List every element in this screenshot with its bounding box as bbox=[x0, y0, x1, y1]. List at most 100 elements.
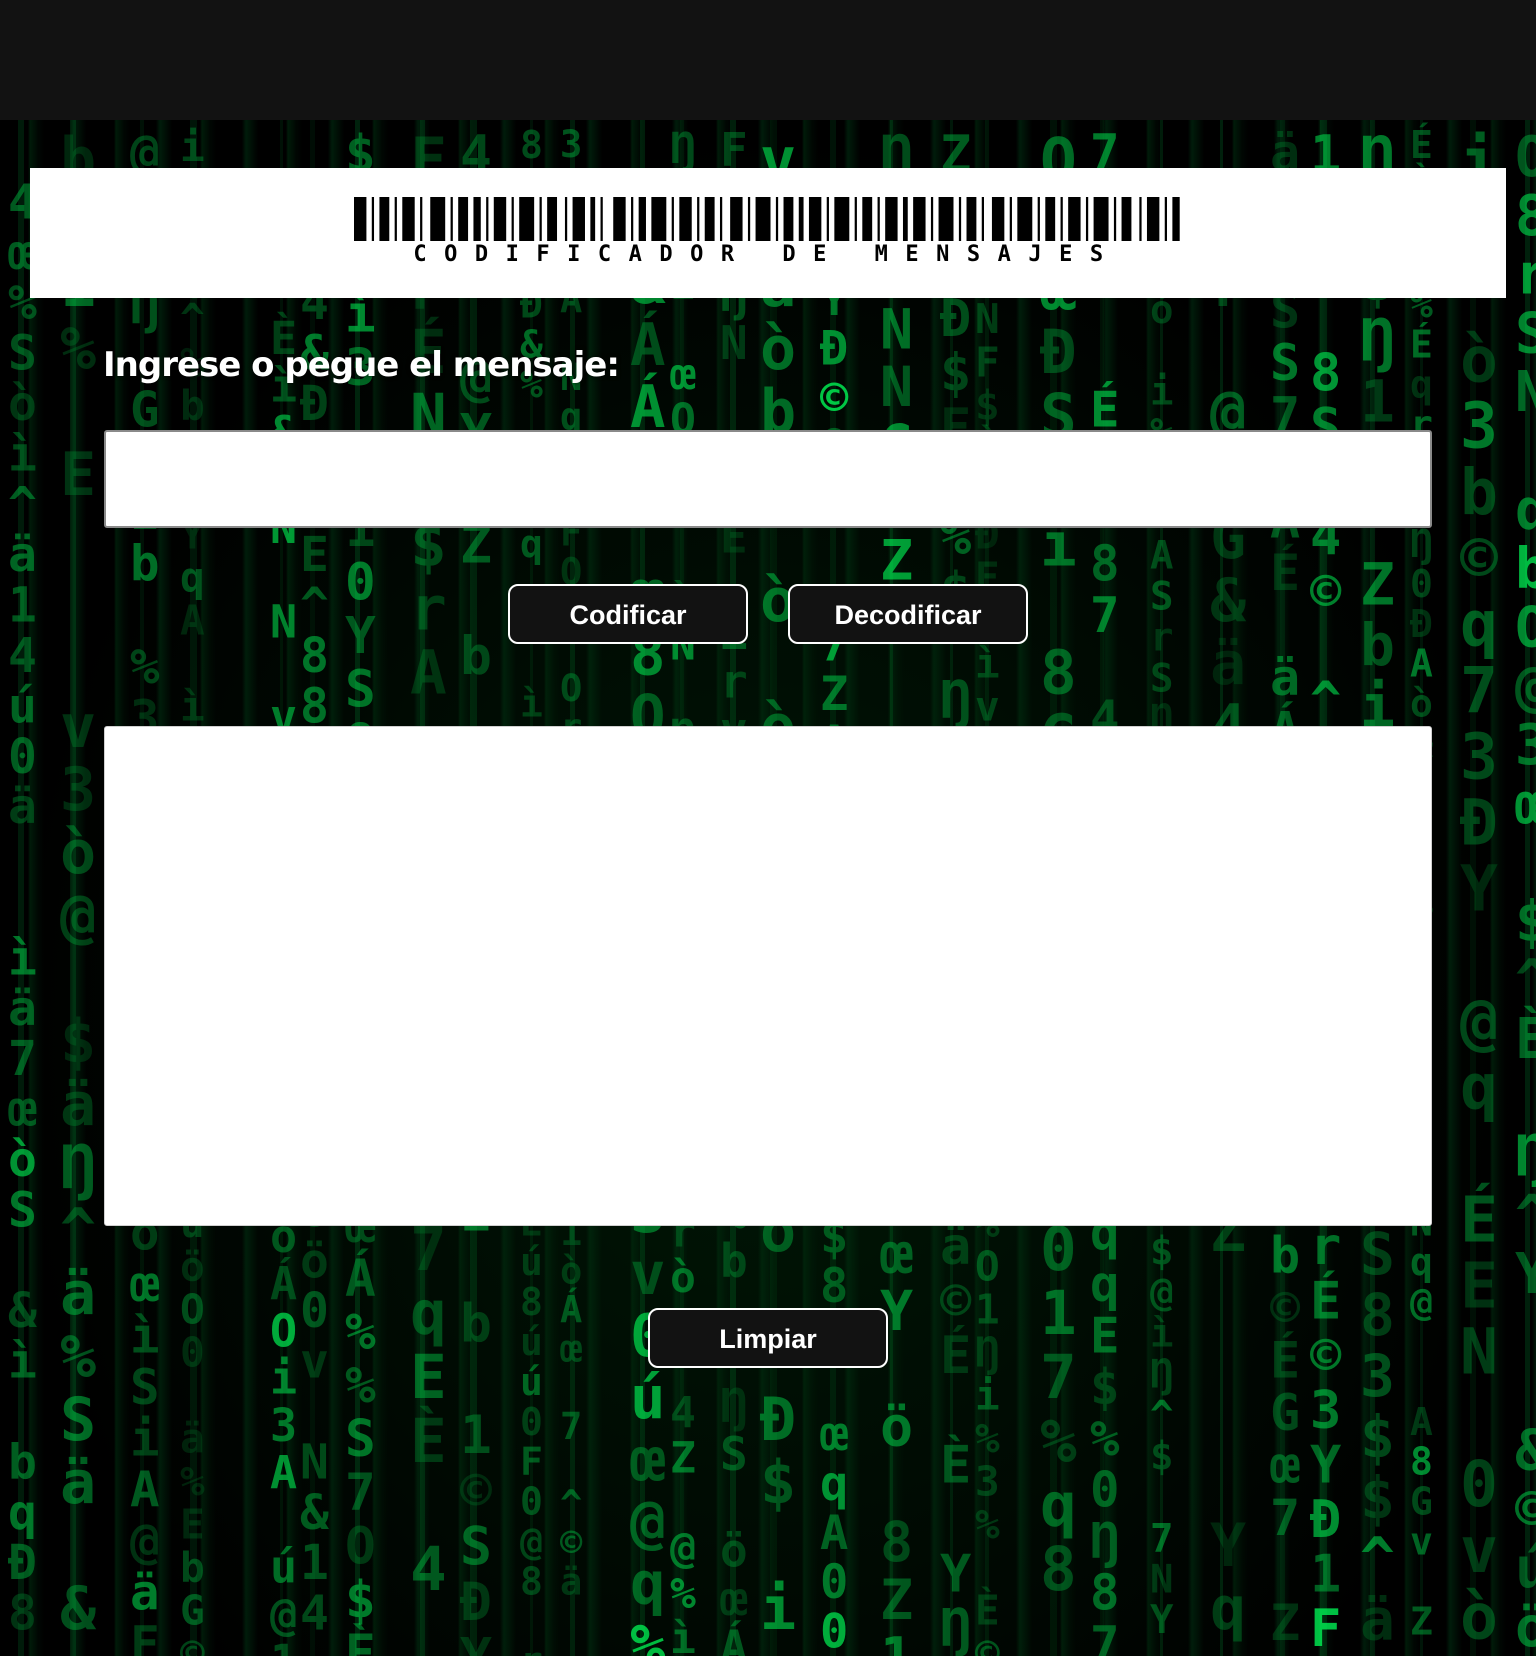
svg-text:r: r bbox=[720, 654, 748, 708]
svg-text:Z: Z bbox=[1410, 1599, 1433, 1643]
svg-text:Ŋ: Ŋ bbox=[1150, 1353, 1173, 1398]
svg-text:q: q bbox=[1410, 362, 1433, 406]
svg-text:S: S bbox=[1270, 334, 1300, 392]
svg-text:3: 3 bbox=[270, 1399, 297, 1452]
svg-text:@: @ bbox=[1410, 1280, 1433, 1324]
svg-text:8: 8 bbox=[1360, 1281, 1395, 1349]
svg-text:E: E bbox=[60, 440, 96, 510]
svg-text:E: E bbox=[300, 527, 329, 583]
svg-text:©: © bbox=[460, 1461, 492, 1522]
svg-text:8: 8 bbox=[520, 123, 543, 167]
svg-text:%: % bbox=[630, 1611, 666, 1656]
svg-text:A: A bbox=[1150, 534, 1173, 579]
result-output[interactable] bbox=[104, 726, 1432, 1226]
svg-text:É: É bbox=[1460, 1183, 1498, 1256]
svg-text:É: É bbox=[1410, 123, 1433, 167]
svg-text:œ: œ bbox=[130, 1256, 160, 1313]
svg-text:Đ: Đ bbox=[1310, 1490, 1341, 1550]
svg-text:@: @ bbox=[130, 1513, 160, 1570]
svg-text:È: È bbox=[940, 1434, 971, 1495]
svg-text:3: 3 bbox=[560, 123, 582, 166]
svg-text:É: É bbox=[1270, 1331, 1300, 1390]
svg-text:i: i bbox=[760, 1574, 796, 1644]
svg-text:%: % bbox=[180, 1458, 205, 1506]
svg-text:q: q bbox=[1460, 1051, 1498, 1124]
svg-text:v: v bbox=[1460, 1514, 1498, 1587]
svg-text:q: q bbox=[1040, 1470, 1077, 1541]
svg-text:ì: ì bbox=[180, 683, 205, 731]
svg-text:Y: Y bbox=[940, 1545, 972, 1605]
svg-text:O: O bbox=[345, 1517, 376, 1576]
svg-text:ö: ö bbox=[180, 1242, 205, 1290]
svg-text:b: b bbox=[1460, 456, 1498, 529]
svg-text:0: 0 bbox=[180, 1328, 205, 1376]
svg-text:q: q bbox=[1515, 478, 1536, 543]
svg-text:Á: Á bbox=[630, 310, 666, 379]
svg-text:0: 0 bbox=[1410, 562, 1433, 606]
svg-text:&: & bbox=[1210, 566, 1247, 636]
svg-text:$: $ bbox=[1515, 889, 1536, 954]
svg-text:8: 8 bbox=[1090, 1565, 1120, 1622]
svg-text:b: b bbox=[180, 381, 205, 429]
svg-text:1: 1 bbox=[8, 578, 37, 634]
svg-text:ä: ä bbox=[1210, 629, 1246, 699]
svg-text:$: $ bbox=[345, 1571, 376, 1630]
svg-text:Ŋ: Ŋ bbox=[940, 1599, 971, 1656]
svg-text:Y: Y bbox=[345, 607, 376, 666]
svg-text:©: © bbox=[560, 1522, 583, 1565]
svg-text:b: b bbox=[460, 1294, 492, 1355]
svg-text:^: ^ bbox=[1310, 671, 1341, 731]
svg-text:b: b bbox=[1515, 537, 1536, 602]
svg-text:Đ: Đ bbox=[760, 1385, 796, 1455]
svg-text:%: % bbox=[345, 1357, 376, 1416]
svg-text:^: ^ bbox=[1360, 1525, 1395, 1593]
svg-text:È: È bbox=[345, 1622, 376, 1656]
svg-text:È: È bbox=[1515, 1007, 1536, 1072]
svg-text:ò: ò bbox=[1460, 1580, 1498, 1653]
encode-button[interactable]: Codificar bbox=[508, 584, 748, 644]
svg-text:Đ: Đ bbox=[1460, 787, 1498, 860]
svg-text:ò: ò bbox=[60, 818, 96, 888]
svg-text:$: $ bbox=[1150, 1434, 1173, 1479]
svg-text:ä: ä bbox=[60, 1448, 96, 1518]
svg-text:8: 8 bbox=[1090, 536, 1120, 593]
svg-text:b: b bbox=[130, 536, 160, 593]
svg-text:8: 8 bbox=[8, 1586, 37, 1642]
svg-text:A: A bbox=[180, 597, 205, 645]
svg-text:%: % bbox=[1040, 1406, 1077, 1477]
svg-text:Ŋ: Ŋ bbox=[975, 1328, 1000, 1376]
svg-text:ò: ò bbox=[1410, 682, 1433, 726]
svg-text:%: % bbox=[975, 1415, 1000, 1463]
clear-button[interactable]: Limpiar bbox=[648, 1308, 888, 1368]
svg-text:$: $ bbox=[760, 1448, 796, 1518]
svg-text:$: $ bbox=[60, 1007, 96, 1077]
svg-text:v: v bbox=[300, 1334, 329, 1390]
svg-text:ú: ú bbox=[520, 1320, 543, 1364]
svg-text:S: S bbox=[345, 1410, 376, 1469]
svg-text:$: $ bbox=[975, 381, 1000, 429]
svg-text:E: E bbox=[1460, 1250, 1498, 1323]
svg-text:q: q bbox=[410, 1278, 447, 1349]
svg-text:3: 3 bbox=[60, 755, 96, 825]
svg-text:ò: ò bbox=[560, 1250, 582, 1293]
decode-button[interactable]: Decodificar bbox=[788, 584, 1028, 644]
message-input[interactable] bbox=[104, 430, 1432, 528]
svg-text:ú: ú bbox=[630, 1363, 666, 1432]
svg-text:ú: ú bbox=[520, 1360, 543, 1404]
svg-text:ò: ò bbox=[760, 314, 796, 384]
svg-text:ä: ä bbox=[180, 1415, 205, 1463]
svg-text:A: A bbox=[270, 1446, 297, 1499]
svg-text:œ: œ bbox=[720, 1572, 748, 1626]
svg-text:%: % bbox=[60, 1322, 96, 1392]
svg-text:ì: ì bbox=[8, 426, 37, 482]
svg-text:©: © bbox=[180, 1630, 205, 1656]
svg-text:^: ^ bbox=[180, 295, 205, 343]
svg-text:A: A bbox=[820, 1506, 848, 1561]
svg-text:b: b bbox=[180, 1544, 205, 1592]
svg-text:$: $ bbox=[1150, 1230, 1173, 1275]
svg-text:F: F bbox=[130, 1616, 160, 1656]
svg-text:Y: Y bbox=[1210, 1511, 1246, 1581]
svg-text:Z: Z bbox=[820, 667, 848, 722]
svg-text:A: A bbox=[1410, 1400, 1433, 1444]
svg-text:©: © bbox=[940, 1272, 972, 1332]
